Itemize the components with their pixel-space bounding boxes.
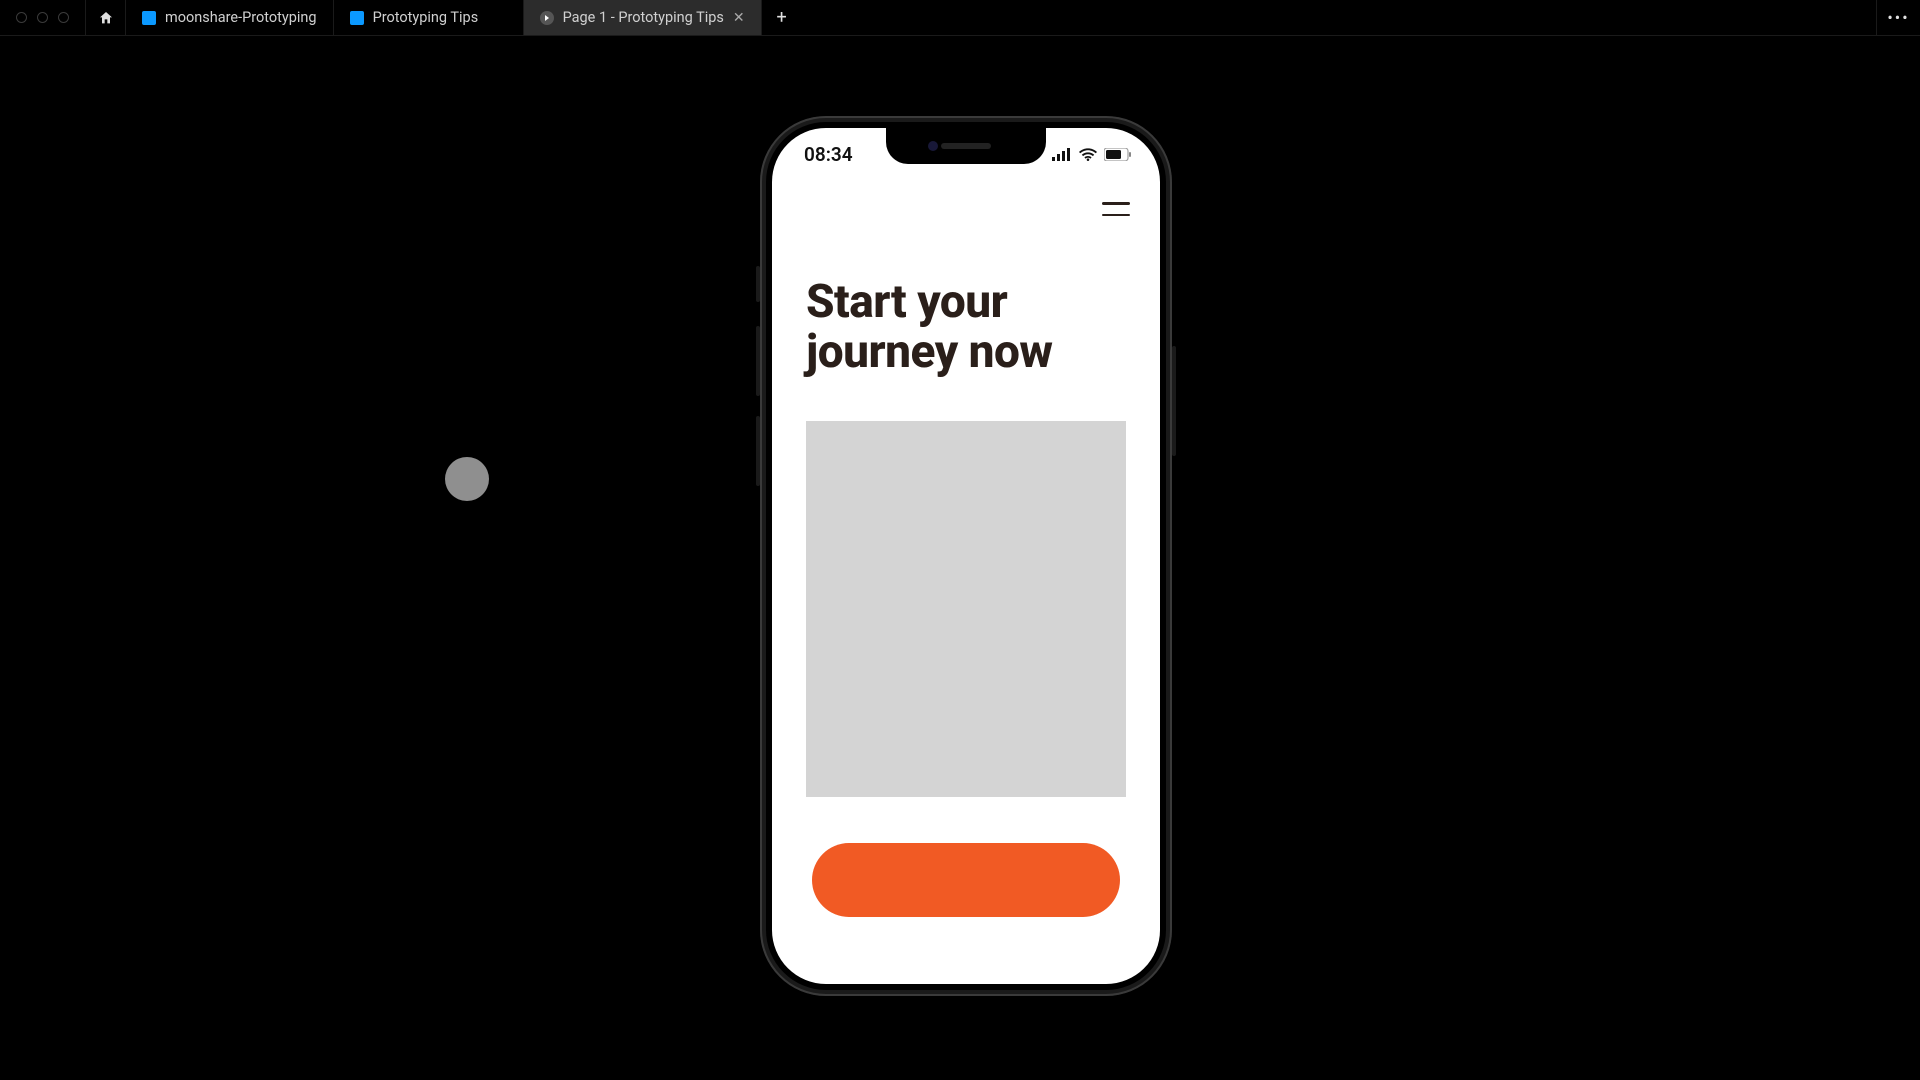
tab-prototyping-tips[interactable]: Prototyping Tips [334,0,524,35]
hero-title-line: journey now [806,328,1126,378]
cta-button[interactable] [812,843,1120,917]
tab-page1-prototyping[interactable]: Page 1 - Prototyping Tips ✕ [524,0,762,35]
device-side-button [756,416,760,486]
window-close-icon[interactable] [16,12,27,23]
hero-title: Start your journey now [772,238,1160,377]
camera-icon [928,141,938,151]
window-minimize-icon[interactable] [37,12,48,23]
more-menu-button[interactable]: ••• [1876,0,1920,35]
tab-moonshare[interactable]: moonshare-Prototyping [126,0,334,35]
home-icon [98,10,114,26]
close-icon[interactable]: ✕ [733,10,745,26]
menu-button[interactable] [1102,202,1130,216]
device-screen[interactable]: 08:34 Start your journey now [772,128,1160,984]
device-frame: 08:34 Start your journey now [760,116,1172,996]
new-tab-button[interactable]: + [762,0,802,35]
document-icon [350,11,364,25]
prototype-canvas[interactable]: 08:34 Start your journey now [0,36,1920,1080]
hamburger-icon [1102,202,1130,205]
touch-cursor-indicator [445,457,489,501]
status-time: 08:34 [804,143,853,166]
speaker-icon [941,143,991,149]
device-side-button [756,266,760,302]
device-side-button [756,326,760,396]
tab-label: Page 1 - Prototyping Tips [563,9,724,26]
app-header [772,180,1160,238]
window-controls [0,0,86,35]
battery-icon [1104,148,1132,161]
wifi-icon [1079,148,1097,161]
device-side-button [1172,346,1176,456]
tab-label: moonshare-Prototyping [165,9,317,26]
window-maximize-icon[interactable] [58,12,69,23]
home-button[interactable] [86,0,126,35]
hamburger-icon [1102,214,1130,217]
document-icon [142,11,156,25]
image-placeholder [806,421,1126,797]
tab-bar: moonshare-Prototyping Prototyping Tips P… [126,0,762,35]
device-notch [886,128,1046,164]
app-titlebar: moonshare-Prototyping Prototyping Tips P… [0,0,1920,36]
play-icon [540,11,554,25]
cellular-icon [1052,148,1072,161]
hero-title-line: Start your [806,278,1126,328]
tab-label: Prototyping Tips [373,9,479,26]
